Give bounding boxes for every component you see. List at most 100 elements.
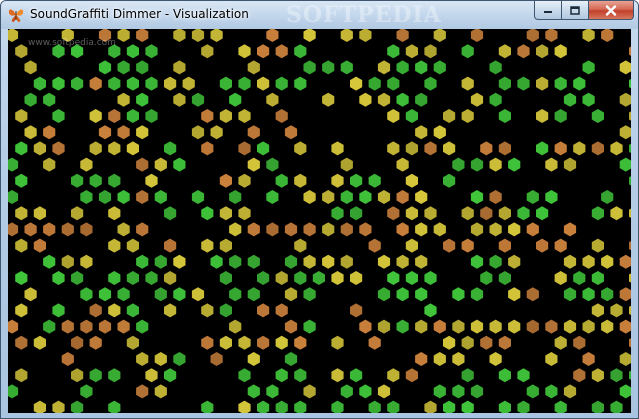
hexagon-cell xyxy=(266,190,279,204)
hexagon-cell xyxy=(405,173,418,188)
hexagon-cell xyxy=(387,44,400,59)
hexagon-cell xyxy=(470,222,484,237)
hexagon-cell xyxy=(61,222,74,237)
hexagon-cell xyxy=(126,141,139,156)
hexagon-cell xyxy=(229,222,242,237)
hexagon-cell xyxy=(80,190,93,204)
hexagon-cell xyxy=(377,287,391,302)
butterfly-icon[interactable] xyxy=(7,6,25,24)
hexagon-cell xyxy=(470,319,484,334)
hexagon-cell xyxy=(24,222,37,237)
minimize-button[interactable] xyxy=(534,1,561,20)
hexagon-cell xyxy=(582,287,595,302)
hexagon-cell xyxy=(405,206,418,221)
hexagon-cell xyxy=(201,44,214,59)
hexagon-cell xyxy=(461,206,474,221)
hexagon-cell xyxy=(350,368,363,383)
hexagon-cell xyxy=(71,76,84,91)
hexagon-cell xyxy=(601,254,614,269)
hexagon-cell xyxy=(619,287,631,302)
hexagon-cell xyxy=(210,29,223,42)
title-bar[interactable]: SoundGraffiti Dimmer - Visualization SOF… xyxy=(1,1,638,29)
hexagon-cell xyxy=(368,238,381,253)
maximize-button[interactable] xyxy=(561,1,588,20)
hexagon-visualization xyxy=(8,29,631,413)
hexagon-cell xyxy=(294,44,307,59)
hexagon-cell xyxy=(368,173,381,188)
close-button[interactable] xyxy=(588,1,634,20)
hexagon-cell xyxy=(554,238,567,253)
hexagon-cell xyxy=(275,76,288,91)
hexagon-cell xyxy=(443,238,456,253)
hexagon-cell xyxy=(219,271,232,285)
hexagon-cell xyxy=(340,190,353,204)
hexagon-cell xyxy=(470,190,484,204)
hexagon-cell xyxy=(247,352,260,366)
hexagon-cell xyxy=(275,44,288,59)
hexagon-cell xyxy=(89,141,102,156)
hexagon-cell xyxy=(154,157,167,172)
window-title: SoundGraffiti Dimmer - Visualization xyxy=(30,7,249,21)
hexagon-cell xyxy=(536,109,549,123)
hexagon-cell xyxy=(173,92,186,107)
hexagon-cell xyxy=(443,335,456,350)
hexagon-cell xyxy=(424,400,437,413)
hexagon-cell xyxy=(117,29,130,42)
hexagon-cell xyxy=(573,76,586,91)
hexagon-cell xyxy=(154,254,167,269)
hexagon-cell xyxy=(498,206,511,221)
hexagon-cell xyxy=(229,92,242,107)
hexagon-cell xyxy=(563,319,577,334)
hexagon-cell xyxy=(424,44,437,59)
hexagon-cell xyxy=(108,206,121,221)
hexagon-cell xyxy=(173,352,186,366)
hexagon-cell xyxy=(80,157,93,172)
hexagon-cell xyxy=(24,92,37,107)
hexagon-cell xyxy=(117,92,130,107)
hexagon-cell xyxy=(340,29,353,42)
hexagon-cell xyxy=(629,208,631,218)
hexagon-cell xyxy=(340,254,353,269)
hexagon-cell xyxy=(415,92,428,107)
hexagon-cell xyxy=(498,271,511,285)
hexagon-cell xyxy=(470,254,484,269)
hexagon-cell xyxy=(275,271,288,285)
hexagon-cell xyxy=(294,335,307,350)
hexagon-cell xyxy=(8,29,19,42)
hexagon-cell xyxy=(247,287,260,302)
hexagon-cell xyxy=(164,206,177,221)
hexagon-cell xyxy=(610,206,623,221)
hexagon-cell xyxy=(396,29,409,42)
hexagon-cell xyxy=(517,206,530,221)
hexagon-cell xyxy=(387,368,400,383)
hexagon-cell xyxy=(201,303,214,318)
hexagon-cell xyxy=(331,368,344,383)
hexagon-cell xyxy=(582,319,595,334)
hexagon-cell xyxy=(210,352,223,366)
hexagon-cell xyxy=(201,238,214,253)
visualization-canvas[interactable] xyxy=(8,29,631,413)
hexagon-cell xyxy=(498,400,511,413)
hexagon-cell xyxy=(15,368,28,383)
hexagon-cell xyxy=(452,352,465,366)
hexagon-cell xyxy=(377,60,391,75)
hexagon-cell xyxy=(238,335,251,350)
hexagon-cell xyxy=(219,238,232,253)
hexagon-cell xyxy=(108,271,121,285)
hexagon-cell xyxy=(629,338,631,348)
hexagon-cell xyxy=(80,254,93,269)
hexagon-cell xyxy=(396,254,409,269)
hexagon-cell xyxy=(424,141,437,156)
app-window: SoundGraffiti Dimmer - Visualization SOF… xyxy=(0,0,639,419)
hexagon-cell xyxy=(201,206,214,221)
hexagon-cell xyxy=(415,60,428,75)
hexagon-cell xyxy=(238,141,251,156)
hexagon-cell xyxy=(229,287,242,302)
hexagon-cell xyxy=(15,141,28,156)
hexagon-cell xyxy=(61,29,74,42)
hexagon-cell xyxy=(238,173,251,188)
hexagon-cell xyxy=(191,125,205,140)
hexagon-cell xyxy=(284,222,298,237)
hexagon-cell xyxy=(303,190,316,204)
hexagon-cell xyxy=(350,173,363,188)
